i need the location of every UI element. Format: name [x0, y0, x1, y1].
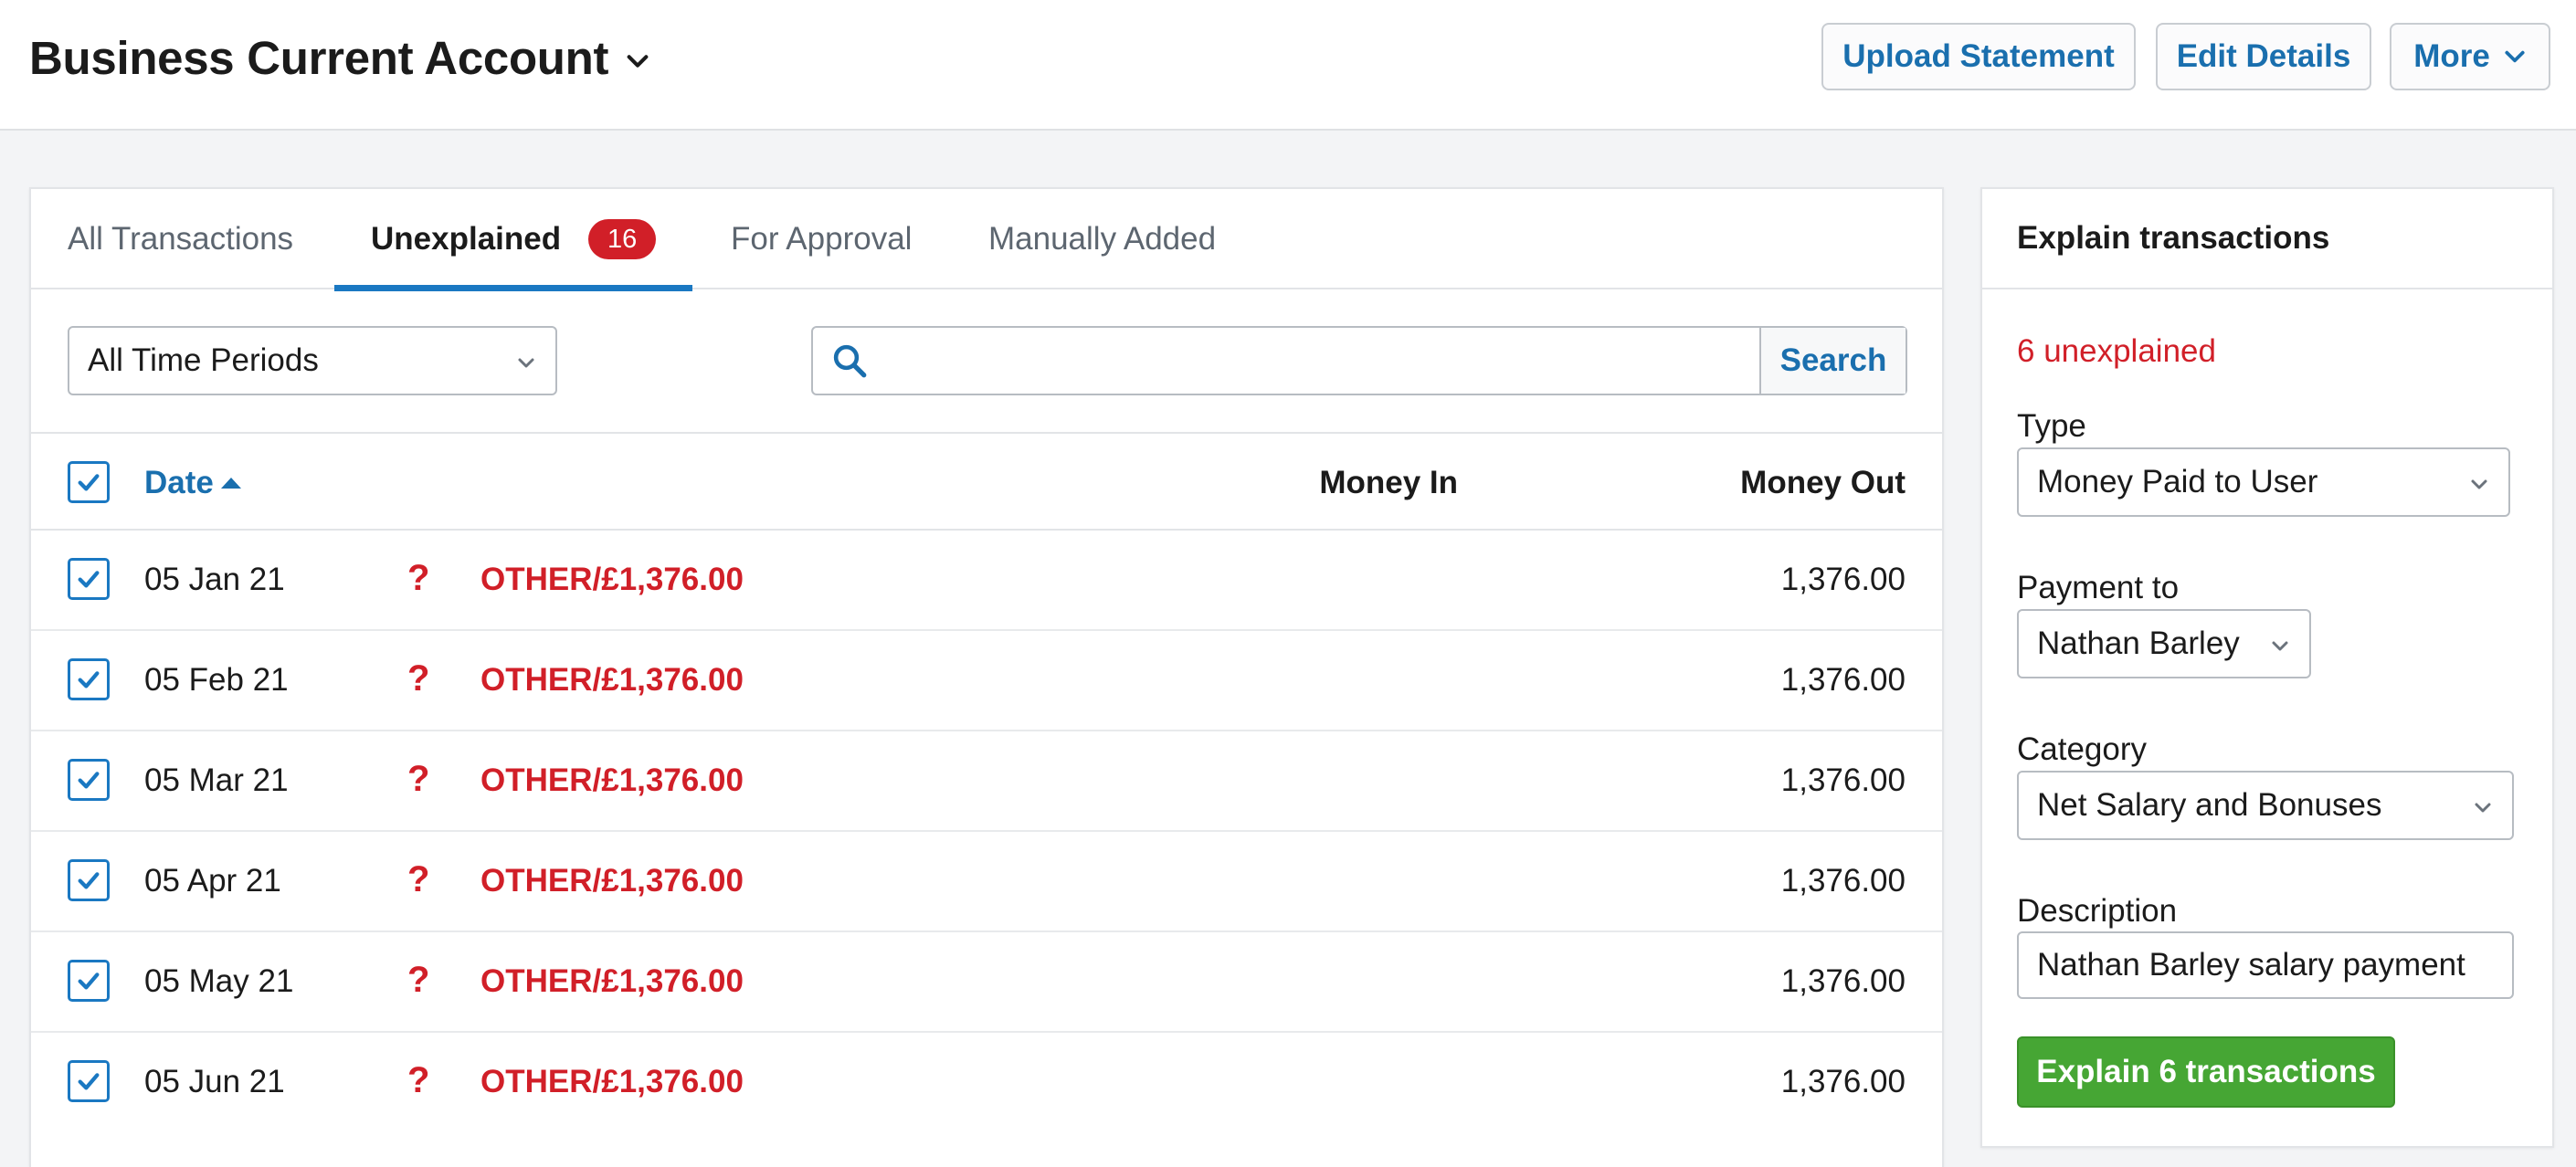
- more-label: More: [2413, 38, 2490, 74]
- question-mark-icon: ?: [407, 759, 430, 799]
- select-all-checkbox[interactable]: [68, 461, 110, 503]
- checkmark-icon: [78, 474, 100, 491]
- edit-details-button[interactable]: Edit Details: [2156, 23, 2371, 90]
- top-bar: Business Current Account Upload Statemen…: [0, 0, 2576, 131]
- checkmark-icon: [78, 872, 100, 889]
- table-row[interactable]: 05 Mar 21 ? OTHER/£1,376.00 1,376.00: [31, 731, 1942, 832]
- row-date: 05 Jan 21: [144, 562, 285, 597]
- row-checkbox[interactable]: [68, 1060, 110, 1102]
- row-money-out: 1,376.00: [1780, 863, 1906, 899]
- row-money-out: 1,376.00: [1780, 762, 1906, 798]
- explain-transactions-panel: Explain transactions 6 unexplained Type …: [1980, 187, 2554, 1148]
- tab-all-transactions[interactable]: All Transactions: [68, 189, 293, 289]
- chevron-down-icon: [2272, 641, 2288, 651]
- money-out-column-header: Money Out: [1740, 465, 1906, 500]
- row-checkbox[interactable]: [68, 558, 110, 600]
- more-button[interactable]: More: [2390, 23, 2550, 90]
- row-description[interactable]: OTHER/£1,376.00: [480, 562, 744, 598]
- chevron-down-icon: [2471, 479, 2487, 489]
- search-icon: [813, 328, 886, 394]
- tab-label: For Approval: [731, 221, 913, 257]
- category-label: Category: [2017, 731, 2148, 767]
- unexplained-count: 6 unexplained: [2017, 333, 2216, 369]
- checkmark-icon: [78, 571, 100, 588]
- tab-label: All Transactions: [68, 221, 294, 257]
- account-selector[interactable]: Business Current Account: [29, 31, 650, 85]
- row-date: 05 Apr 21: [144, 863, 281, 899]
- upload-statement-label: Upload Statement: [1842, 38, 2115, 74]
- question-mark-icon: ?: [407, 1060, 430, 1100]
- row-checkbox[interactable]: [68, 658, 110, 700]
- edit-details-label: Edit Details: [2176, 38, 2351, 74]
- question-mark-icon: ?: [407, 558, 430, 598]
- tab-label: Unexplained: [371, 221, 562, 257]
- tab-label: Manually Added: [988, 221, 1217, 257]
- question-mark-icon: ?: [407, 658, 430, 699]
- chevron-down-icon: [2505, 50, 2525, 63]
- payment-to-value: Nathan Barley: [2037, 626, 2240, 661]
- row-checkbox[interactable]: [68, 859, 110, 901]
- time-period-select[interactable]: All Time Periods: [68, 326, 557, 395]
- row-checkbox[interactable]: [68, 960, 110, 1002]
- search-box: Search: [811, 326, 1907, 395]
- type-label: Type: [2017, 408, 2086, 444]
- category-select[interactable]: Net Salary and Bonuses: [2017, 771, 2514, 840]
- row-date: 05 Mar 21: [144, 762, 289, 798]
- table-row[interactable]: 05 Jan 21 ? OTHER/£1,376.00 1,376.00: [31, 531, 1942, 631]
- table-row[interactable]: 05 May 21 ? OTHER/£1,376.00 1,376.00: [31, 932, 1942, 1033]
- table-row[interactable]: 05 Apr 21 ? OTHER/£1,376.00 1,376.00: [31, 832, 1942, 932]
- payment-to-label: Payment to: [2017, 570, 2180, 605]
- row-date: 05 Jun 21: [144, 1064, 285, 1099]
- type-select[interactable]: Money Paid to User: [2017, 447, 2510, 517]
- table-header: Date Money In Money Out: [31, 432, 1942, 531]
- explain-panel-title: Explain transactions: [1982, 189, 2552, 289]
- question-mark-icon: ?: [407, 960, 430, 1000]
- tab-unexplained[interactable]: Unexplained 16: [334, 189, 693, 291]
- chevron-down-icon: [627, 54, 649, 68]
- tab-for-approval[interactable]: For Approval: [731, 189, 912, 289]
- row-description[interactable]: OTHER/£1,376.00: [480, 1064, 744, 1100]
- question-mark-icon: ?: [407, 859, 430, 899]
- date-column-header[interactable]: Date: [144, 465, 243, 501]
- table-row[interactable]: 05 Feb 21 ? OTHER/£1,376.00 1,376.00: [31, 631, 1942, 731]
- category-value: Net Salary and Bonuses: [2037, 787, 2382, 823]
- unexplained-count-badge: 16: [588, 219, 657, 259]
- description-input[interactable]: [2017, 931, 2514, 999]
- row-description[interactable]: OTHER/£1,376.00: [480, 963, 744, 1000]
- row-money-out: 1,376.00: [1780, 963, 1906, 999]
- row-description[interactable]: OTHER/£1,376.00: [480, 662, 744, 699]
- checkmark-icon: [78, 1073, 100, 1090]
- checkmark-icon: [78, 671, 100, 689]
- upload-statement-button[interactable]: Upload Statement: [1821, 23, 2136, 90]
- date-header-label: Date: [144, 465, 214, 500]
- row-description[interactable]: OTHER/£1,376.00: [480, 863, 744, 899]
- description-label: Description: [2017, 893, 2178, 929]
- transaction-tabs: All Transactions Unexplained 16 For Appr…: [31, 189, 1942, 291]
- row-checkbox[interactable]: [68, 759, 110, 801]
- type-value: Money Paid to User: [2037, 464, 2318, 499]
- chevron-down-icon: [518, 358, 534, 368]
- money-in-column-header: Money In: [1319, 465, 1458, 500]
- row-money-out: 1,376.00: [1780, 562, 1906, 597]
- checkmark-icon: [78, 972, 100, 990]
- transactions-panel: All Transactions Unexplained 16 For Appr…: [29, 187, 1944, 1167]
- search-button[interactable]: Search: [1759, 328, 1906, 394]
- row-money-out: 1,376.00: [1780, 662, 1906, 698]
- row-description[interactable]: OTHER/£1,376.00: [480, 762, 744, 799]
- account-title: Business Current Account: [29, 32, 609, 84]
- payment-to-select[interactable]: Nathan Barley: [2017, 609, 2311, 678]
- row-date: 05 Feb 21: [144, 662, 289, 698]
- row-money-out: 1,376.00: [1780, 1064, 1906, 1099]
- row-date: 05 May 21: [144, 963, 294, 999]
- chevron-down-icon: [2475, 803, 2491, 813]
- time-period-value: All Time Periods: [88, 342, 319, 378]
- sort-ascending-icon: [220, 478, 241, 489]
- explain-transactions-button[interactable]: Explain 6 transactions: [2017, 1036, 2395, 1108]
- checkmark-icon: [78, 772, 100, 789]
- tab-manually-added[interactable]: Manually Added: [988, 189, 1216, 289]
- table-row[interactable]: 05 Jun 21 ? OTHER/£1,376.00 1,376.00: [31, 1033, 1942, 1133]
- search-input[interactable]: [886, 328, 1759, 394]
